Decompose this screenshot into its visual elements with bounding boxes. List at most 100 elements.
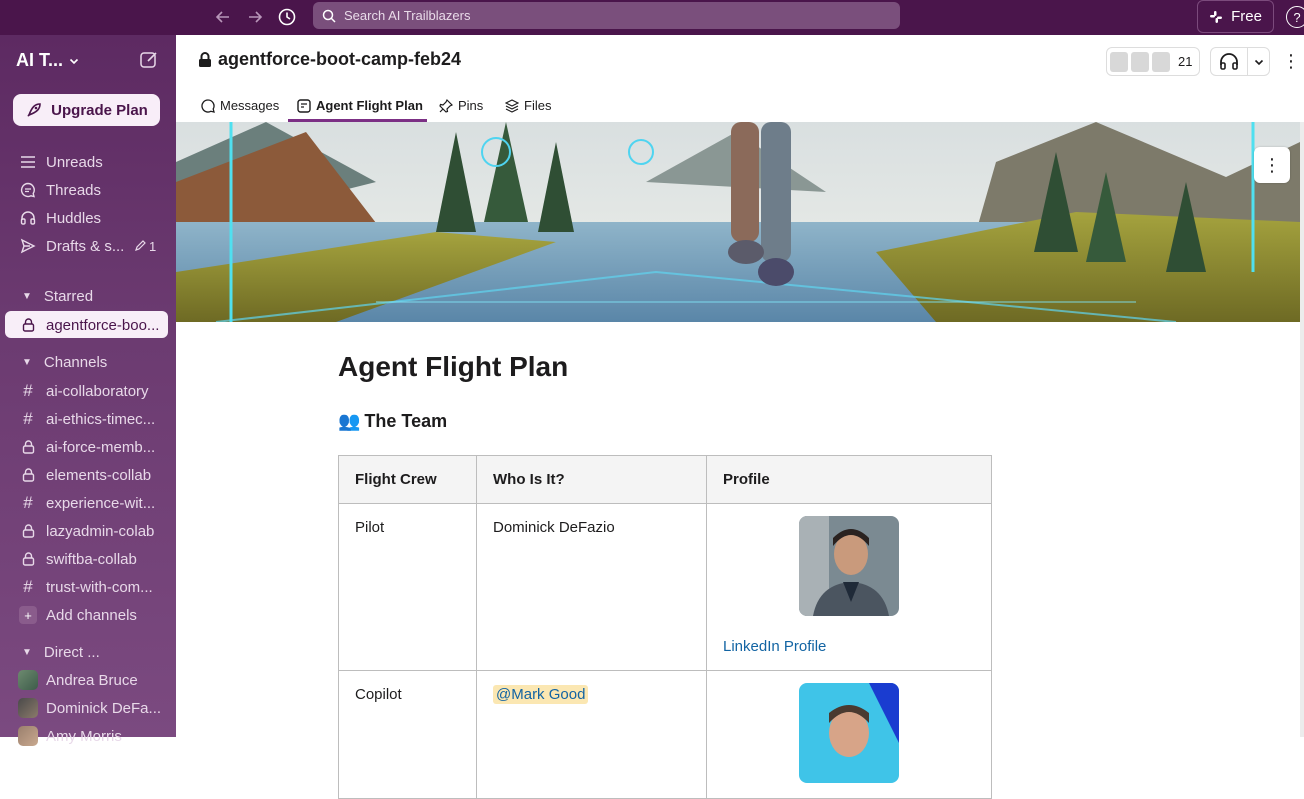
- sidebar-item-label: elements-collab: [46, 466, 152, 484]
- sidebar-item-threads[interactable]: Threads: [0, 176, 176, 204]
- sidebar-item-label: agentforce-boo...: [46, 316, 160, 334]
- plus-icon: +: [19, 606, 37, 624]
- channel-title[interactable]: agentforce-boot-camp-feb24: [198, 49, 461, 70]
- hash-icon: #: [23, 409, 33, 428]
- history-clock-icon[interactable]: [275, 5, 299, 29]
- profile-photo[interactable]: [799, 683, 899, 783]
- profile-photo[interactable]: [799, 516, 899, 616]
- sidebar-item-label: ai-force-memb...: [46, 438, 156, 456]
- channel-name: agentforce-boot-camp-feb24: [218, 49, 462, 69]
- sidebar-item-agentforce[interactable]: agentforce-boo...: [0, 311, 176, 339]
- tab-agent-flight-plan[interactable]: Agent Flight Plan: [297, 90, 423, 121]
- forward-arrow-icon[interactable]: [243, 5, 267, 29]
- lock-icon: [18, 440, 38, 454]
- sidebar-item-channel[interactable]: ai-force-memb...: [0, 433, 176, 461]
- search-placeholder: Search AI Trailblazers: [344, 8, 471, 23]
- upgrade-plan-label: Upgrade Plan: [51, 101, 148, 119]
- help-icon[interactable]: ?: [1286, 6, 1304, 28]
- column-header: Who Is It?: [476, 455, 707, 504]
- chevron-down-icon[interactable]: [1254, 57, 1264, 67]
- caret-down-icon: ▼: [22, 290, 32, 302]
- sidebar-item-label: lazyadmin-colab: [46, 522, 155, 540]
- tab-label: Messages: [220, 98, 280, 113]
- sidebar-item-channel[interactable]: swiftba-collab: [0, 545, 176, 573]
- scrollbar[interactable]: [1300, 122, 1304, 737]
- section-label: Starred: [43, 287, 94, 305]
- sidebar-item-label: ai-ethics-timec...: [46, 410, 156, 428]
- crew-table: Flight Crew Who Is It? Profile Pilot Dom…: [338, 455, 992, 799]
- member-count: 21: [1178, 54, 1193, 69]
- search-icon: [322, 9, 336, 23]
- sidebar-item-unreads[interactable]: Unreads: [0, 148, 176, 176]
- search-input[interactable]: Search AI Trailblazers: [313, 2, 900, 29]
- avatar: [1152, 51, 1170, 72]
- sidebar-item-dm[interactable]: Andrea Bruce: [0, 666, 176, 694]
- sidebar-item-channel[interactable]: # ai-collaboratory: [0, 377, 176, 405]
- profile-cell: LinkedIn Profile: [706, 503, 992, 671]
- tab-label: Files: [524, 98, 552, 113]
- sidebar-item-label: Amy Morris: [46, 727, 122, 745]
- compose-icon[interactable]: [139, 50, 161, 72]
- channels-section-toggle[interactable]: ▼ Channels: [0, 349, 176, 375]
- avatar: [18, 670, 38, 690]
- tab-files[interactable]: Files: [505, 90, 551, 121]
- user-mention[interactable]: @Mark Good: [493, 685, 589, 704]
- column-header: Profile: [706, 455, 992, 504]
- sidebar-item-channel[interactable]: lazyadmin-colab: [0, 517, 176, 545]
- sidebar-item-huddles[interactable]: Huddles: [0, 204, 176, 232]
- sidebar-item-drafts[interactable]: Drafts & s... 1: [0, 232, 176, 260]
- sidebar-item-label: Andrea Bruce: [46, 671, 138, 689]
- members-button[interactable]: 21: [1106, 47, 1200, 76]
- unreads-icon: [18, 155, 38, 169]
- headphones-icon: [1219, 52, 1239, 71]
- add-channels-label: Add channels: [46, 606, 137, 624]
- table-header-row: Flight Crew Who Is It? Profile: [338, 455, 992, 504]
- sidebar-item-label: Dominick DeFa...: [46, 699, 162, 717]
- back-arrow-icon[interactable]: [211, 5, 235, 29]
- column-header: Flight Crew: [338, 455, 477, 504]
- top-bar: Search AI Trailblazers Free ?: [0, 0, 1304, 35]
- plan-button[interactable]: Free: [1197, 0, 1274, 33]
- sidebar-item-channel[interactable]: # trust-with-com...: [0, 573, 176, 601]
- sidebar-item-label: Threads: [46, 181, 102, 199]
- table-cell: Copilot: [338, 670, 477, 799]
- sidebar-item-channel[interactable]: # experience-wit...: [0, 489, 176, 517]
- sidebar-item-dm[interactable]: Dominick DeFa...: [0, 694, 176, 722]
- sidebar-item-label: experience-wit...: [46, 494, 156, 512]
- caret-down-icon: ▼: [22, 646, 32, 658]
- dm-section-toggle[interactable]: ▼ Direct ...: [0, 639, 176, 665]
- banner-more-icon[interactable]: ⋮: [1254, 147, 1290, 183]
- team-heading-text: The Team: [364, 411, 448, 431]
- draft-count: 1: [134, 239, 156, 254]
- pencil-icon: [135, 240, 146, 251]
- avatar: [1131, 51, 1149, 72]
- section-label: Direct ...: [43, 643, 100, 661]
- canvas-banner-image: [176, 122, 1300, 322]
- sidebar-item-channel[interactable]: elements-collab: [0, 461, 176, 489]
- message-icon: [201, 98, 215, 113]
- tab-label: Pins: [458, 98, 484, 113]
- channel-more-icon[interactable]: ⋮: [1282, 51, 1300, 72]
- workspace-name: AI T...: [16, 50, 64, 70]
- sidebar-item-label: Huddles: [46, 209, 102, 227]
- tab-messages[interactable]: Messages: [201, 90, 279, 121]
- huddle-button[interactable]: [1210, 47, 1270, 76]
- plan-label: Free: [1231, 8, 1262, 25]
- starred-section-toggle[interactable]: ▼ Starred: [0, 283, 176, 309]
- people-emoji-icon: 👥: [338, 411, 361, 431]
- sidebar-item-label: Unreads: [46, 153, 103, 171]
- workspace-switcher[interactable]: AI T...: [16, 50, 79, 71]
- linkedin-profile-link[interactable]: LinkedIn Profile: [723, 638, 975, 655]
- add-channels-button[interactable]: + Add channels: [0, 601, 176, 629]
- sidebar-item-label: swiftba-collab: [46, 550, 137, 568]
- sidebar-item-dm[interactable]: Amy Morris: [0, 722, 176, 750]
- profile-cell: [706, 670, 992, 799]
- sidebar-item-label: Drafts & s...: [46, 237, 125, 255]
- divider: [1247, 48, 1248, 75]
- sidebar-item-label: ai-collaboratory: [46, 382, 149, 400]
- tab-pins[interactable]: Pins: [439, 90, 483, 121]
- table-row: Pilot Dominick DeFazio LinkedIn Profile: [338, 503, 992, 671]
- upgrade-plan-button[interactable]: Upgrade Plan: [13, 94, 160, 126]
- caret-down-icon: ▼: [22, 356, 32, 368]
- sidebar-item-channel[interactable]: # ai-ethics-timec...: [0, 405, 176, 433]
